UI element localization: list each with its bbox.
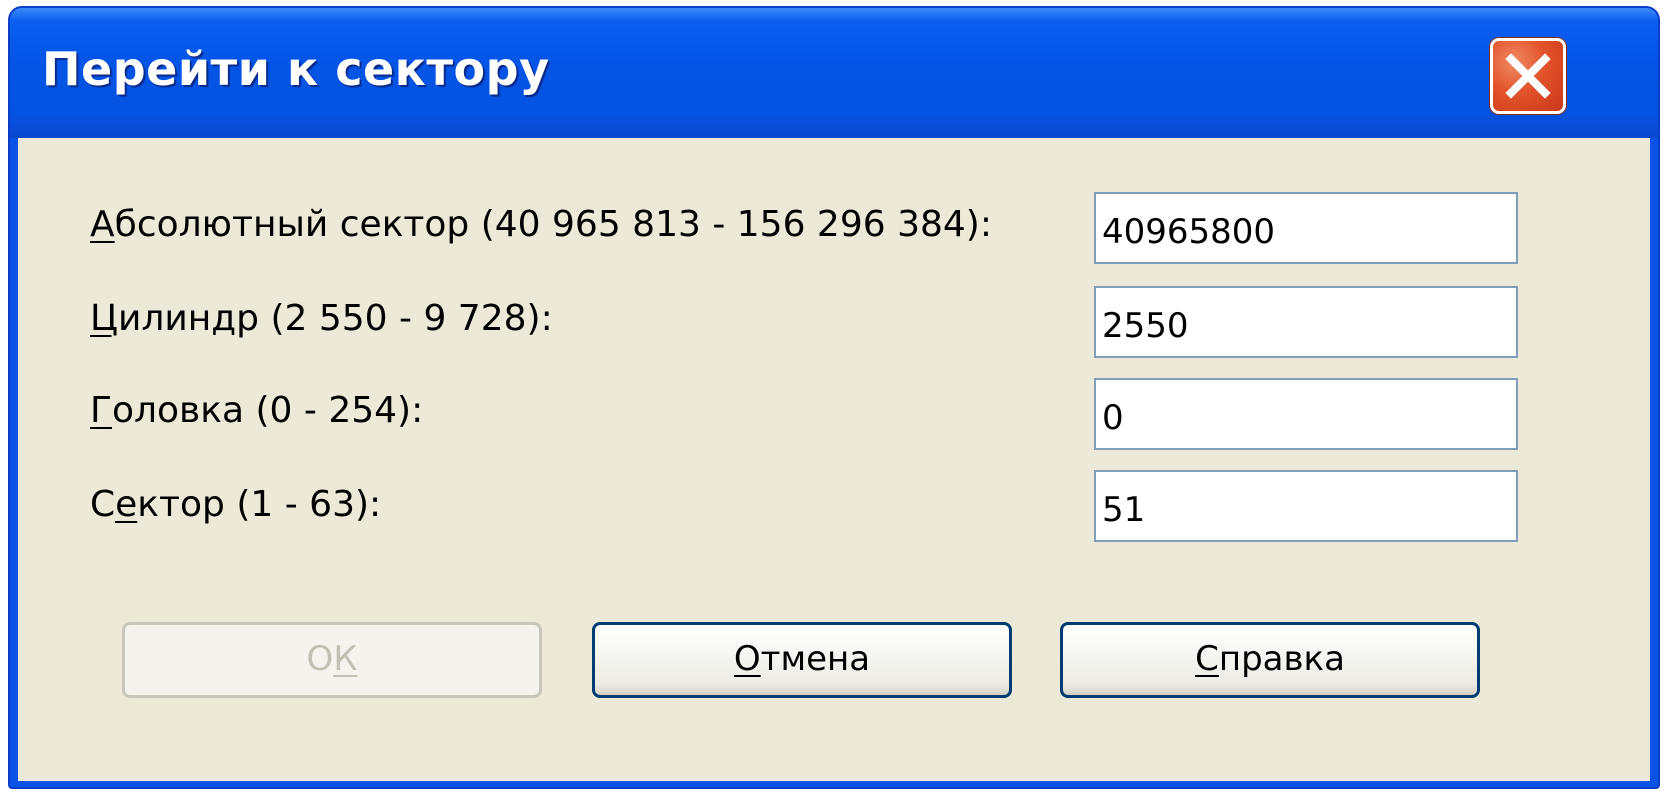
close-x-icon [1505,53,1551,99]
label-text: ктор (1 - 63): [137,484,382,525]
mnemonic-letter: А [90,204,115,245]
sector-input[interactable]: 51 [1094,470,1518,542]
label-text: илиндр (2 550 - 9 728): [117,298,553,339]
mnemonic-letter: К [333,639,358,679]
label-text: бсолютный сектор (40 965 813 - 156 296 3… [114,204,992,245]
mnemonic-letter: Ц [90,298,118,339]
close-button[interactable] [1490,38,1566,114]
help-button[interactable]: Справка [1060,622,1480,698]
cylinder-label: Цилиндр (2 550 - 9 728): [90,298,553,339]
mnemonic-letter: е [115,484,138,525]
ok-button[interactable]: ОК [122,622,542,698]
button-label: правка [1218,639,1345,679]
mnemonic-letter: О [733,639,761,679]
label-text: оловка (0 - 254): [111,390,424,431]
cylinder-input[interactable]: 2550 [1094,286,1518,358]
cancel-button[interactable]: Отмена [592,622,1012,698]
label-prefix: С [90,484,116,525]
mnemonic-letter: С [1195,639,1219,679]
head-input[interactable]: 0 [1094,378,1518,450]
button-label: тмена [760,639,871,679]
absolute-sector-input[interactable]: 40965800 [1094,192,1518,264]
dialog-title: Перейти к сектору [42,42,550,96]
head-label: Головка (0 - 254): [90,390,423,431]
title-bar[interactable]: Перейти к сектору [10,8,1658,138]
mnemonic-letter: Г [90,390,112,431]
absolute-sector-label: Абсолютный сектор (40 965 813 - 156 296 … [90,204,992,245]
goto-sector-dialog: Перейти к сектору Абсолютный сектор (40 … [8,6,1660,789]
sector-label: Сектор (1 - 63): [90,484,381,525]
button-label: О [306,639,334,679]
dialog-body: Абсолютный сектор (40 965 813 - 156 296 … [18,138,1650,781]
